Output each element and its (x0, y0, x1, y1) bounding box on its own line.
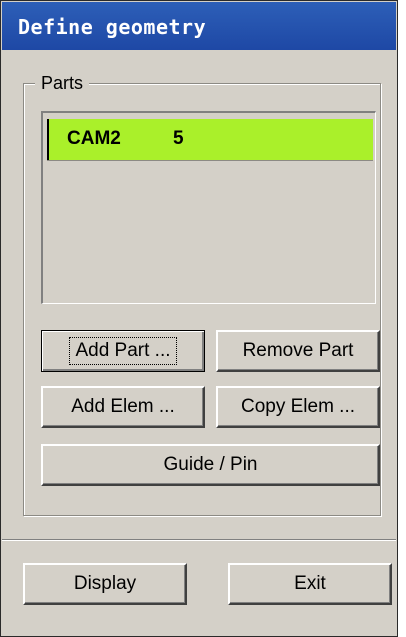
display-button[interactable]: Display (23, 563, 187, 605)
list-row-separator (47, 160, 373, 161)
part-name: CAM2 (67, 128, 121, 149)
add-part-button[interactable]: Add Part ... (41, 330, 205, 372)
part-count: 5 (173, 128, 184, 149)
dialog-divider (2, 539, 396, 541)
remove-part-button[interactable]: Remove Part (216, 330, 380, 372)
parts-group-label: Parts (35, 73, 90, 93)
add-elem-button[interactable]: Add Elem ... (41, 386, 205, 428)
copy-elem-button[interactable]: Copy Elem ... (216, 386, 380, 428)
list-item[interactable]: CAM2 5 (47, 119, 373, 160)
copy-elem-label: Copy Elem ... (240, 396, 356, 417)
guide-pin-label: Guide / Pin (163, 454, 258, 475)
exit-label: Exit (294, 573, 326, 594)
add-part-label: Add Part ... (69, 337, 177, 365)
guide-pin-button[interactable]: Guide / Pin (41, 444, 380, 486)
remove-part-label: Remove Part (242, 340, 354, 361)
add-elem-label: Add Elem ... (71, 396, 175, 417)
exit-button[interactable]: Exit (228, 563, 392, 605)
parts-list[interactable]: CAM2 5 (41, 111, 376, 304)
define-geometry-dialog: Define geometry Parts CAM2 5 Add Part ..… (0, 0, 398, 637)
display-label: Display (73, 573, 137, 594)
window-title: Define geometry (18, 15, 207, 39)
title-bar[interactable]: Define geometry (2, 2, 396, 50)
